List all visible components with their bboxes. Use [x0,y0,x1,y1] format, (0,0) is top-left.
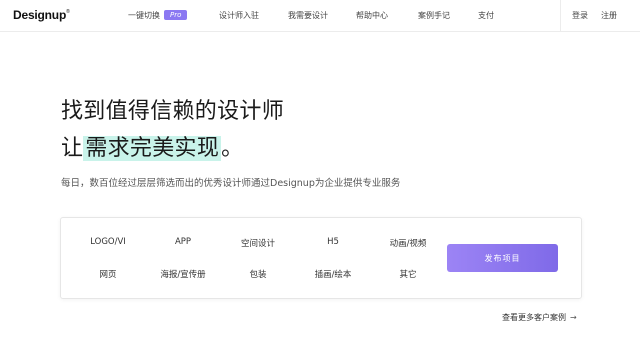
pro-badge[interactable]: Pro [164,9,188,20]
nav-item-payment[interactable]: 支付 [478,10,494,21]
more-cases-link[interactable]: 查看更多客户案例 → [502,312,577,323]
top-navigation-bar: Designup® 一键切换 Pro 设计师入驻 我需要设计 帮助中心 案例手记 … [0,0,640,32]
register-link[interactable]: 注册 [601,10,617,21]
category-other[interactable]: 其它 [399,268,416,280]
hero-highlight: 需求完美实现 [83,136,222,161]
nav-item-label: 一键切换 [128,11,160,20]
more-cases-label: 查看更多客户案例 [502,313,566,322]
category-app[interactable]: APP [175,237,191,247]
hero-line2-prefix: 让 [61,136,84,161]
category-web[interactable]: 网页 [99,268,116,280]
login-link[interactable]: 登录 [572,10,588,21]
nav-item-need-design[interactable]: 我需要设计 [288,10,328,21]
logo-text: Designup [13,8,67,22]
category-animation-video[interactable]: 动画/视频 [390,237,427,249]
arrow-right-icon: → [570,313,577,322]
registered-mark: ® [66,9,70,15]
category-h5[interactable]: H5 [327,237,339,247]
nav-item-case-notes[interactable]: 案例手记 [418,10,450,21]
nav-item-pro-switch[interactable]: 一键切换 Pro [128,9,188,21]
hero-headline-line1: 找到值得信赖的设计师 [61,99,285,124]
hero-line2-suffix: 。 [221,136,244,161]
nav-divider [560,0,561,31]
category-illustration[interactable]: 插画/绘本 [315,268,352,280]
nav-item-designer-join[interactable]: 设计师入驻 [219,10,259,21]
category-packaging[interactable]: 包装 [249,268,266,280]
hero-subtitle: 每日，数百位经过层层筛选而出的优秀设计师通过Designup为企业提供专业服务 [61,178,401,189]
category-space-design[interactable]: 空间设计 [241,237,275,249]
publish-project-button[interactable]: 发布项目 [447,244,558,272]
logo[interactable]: Designup® [13,8,70,22]
hero-headline-line2: 让需求完美实现。 [61,130,243,162]
category-poster-brochure[interactable]: 海报/宣传册 [160,268,205,280]
nav-item-help-center[interactable]: 帮助中心 [356,10,388,21]
category-logo-vi[interactable]: LOGO/VI [90,237,126,247]
